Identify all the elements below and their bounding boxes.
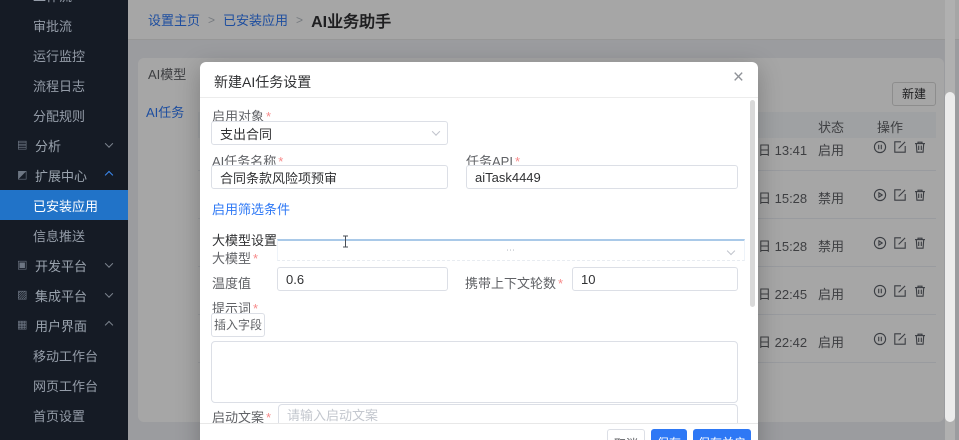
chevron-down-icon (105, 259, 113, 267)
sidebar-item-installed-apps[interactable]: 已安装应用 (0, 190, 128, 220)
chevron-down-icon (432, 127, 440, 135)
chevron-up-icon (105, 171, 113, 179)
sidebar-item-run-monitor[interactable]: 运行监控 (0, 40, 128, 70)
sidebar-item-workflow-clipped[interactable]: 工作流 (0, 0, 128, 10)
analysis-icon: ▤ (17, 140, 29, 151)
temperature-input[interactable] (277, 267, 448, 291)
new-ai-task-dialog: 新建AI任务设置 × 启用对象* 支出合同 AI任务名称* 任务API* 启用筛… (200, 62, 758, 440)
extension-icon: ◩ (17, 170, 29, 181)
start-text-input[interactable] (278, 404, 738, 423)
sidebar-item-web-workbench[interactable]: 网页工作台 (0, 370, 128, 400)
task-api-input[interactable] (466, 165, 738, 189)
sidebar-item-integration-platform[interactable]: ▨ 集成平台 (0, 280, 128, 310)
context-rounds-input[interactable] (572, 267, 738, 291)
insert-field-button[interactable]: 插入字段 (211, 313, 265, 337)
page-scrollbar[interactable] (945, 0, 955, 440)
dev-platform-icon: ▣ (17, 260, 29, 271)
model-select-value: ⋯ (506, 245, 516, 256)
sidebar-item-message-push[interactable]: 信息推送 (0, 220, 128, 250)
chevron-up-icon (105, 321, 113, 329)
prompt-textarea[interactable] (211, 341, 738, 403)
close-icon[interactable]: × (733, 68, 744, 87)
context-rounds-label: 携带上下文轮数* (465, 273, 563, 292)
chevron-down-icon (105, 139, 113, 147)
dialog-title: 新建AI任务设置 (214, 72, 311, 92)
scrollbar-thumb[interactable] (945, 92, 955, 422)
temperature-label: 温度值 (212, 273, 251, 292)
save-and-enable-button[interactable]: 保存并启用 (693, 429, 751, 440)
enable-target-select[interactable]: 支出合同 (211, 121, 448, 145)
sidebar-item-approval-flow[interactable]: 审批流 (0, 10, 128, 40)
enable-filter-link[interactable]: 启用筛选条件 (212, 199, 290, 218)
sidebar: 工作流 审批流 运行监控 流程日志 分配规则 ▤ 分析 ◩ 扩展中心 已安装应用… (0, 0, 128, 440)
save-button[interactable]: 保存 (651, 429, 687, 440)
task-name-input[interactable] (211, 165, 448, 189)
model-section-label: 大模型设置 (212, 230, 277, 249)
sidebar-item-dev-platform[interactable]: ▣ 开发平台 (0, 250, 128, 280)
dialog-footer: 取消 保存 保存并启用 (200, 423, 758, 440)
user-interface-icon: ▦ (17, 320, 29, 331)
sidebar-item-mobile-workbench[interactable]: 移动工作台 (0, 340, 128, 370)
cancel-button[interactable]: 取消 (607, 429, 645, 440)
app-screen: 工作流 审批流 运行监控 流程日志 分配规则 ▤ 分析 ◩ 扩展中心 已安装应用… (0, 0, 959, 440)
text-cursor-icon (341, 235, 350, 248)
chevron-down-icon (727, 247, 735, 255)
sidebar-item-analysis[interactable]: ▤ 分析 (0, 130, 128, 160)
sidebar-item-process-log[interactable]: 流程日志 (0, 70, 128, 100)
sidebar-item-assign-rules[interactable]: 分配规则 (0, 100, 128, 130)
sidebar-item-user-interface[interactable]: ▦ 用户界面 (0, 310, 128, 340)
model-label: 大模型* (212, 248, 258, 267)
enable-target-value: 支出合同 (220, 124, 272, 143)
sidebar-item-extension-center[interactable]: ◩ 扩展中心 (0, 160, 128, 190)
integration-platform-icon: ▨ (17, 290, 29, 301)
dialog-scrollbar[interactable] (750, 100, 755, 307)
dialog-header: 新建AI任务设置 × (200, 62, 758, 98)
sidebar-item-home-settings[interactable]: 首页设置 (0, 400, 128, 430)
chevron-down-icon (105, 289, 113, 297)
